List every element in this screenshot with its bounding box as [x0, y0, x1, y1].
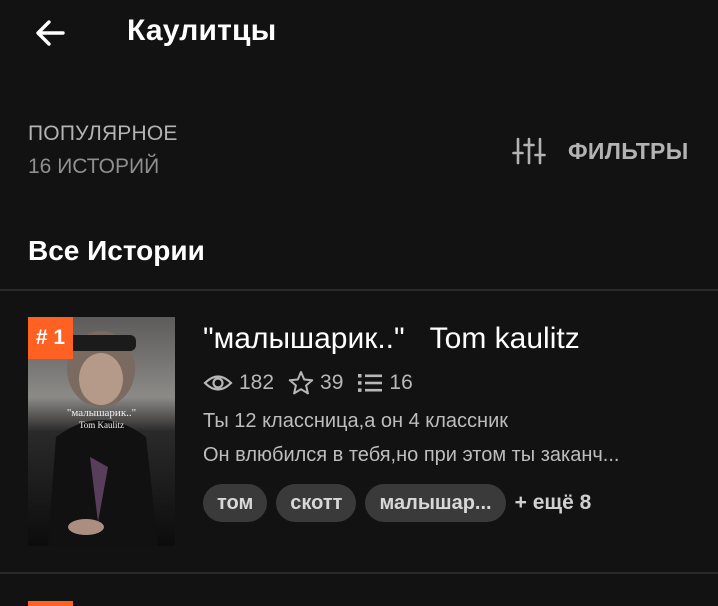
filters-button[interactable]: ФИЛЬТРЫ	[512, 134, 689, 168]
story-cover[interactable]: # 1 "малышарик.." Tom Kaulitz	[28, 317, 175, 546]
views-count: 182	[239, 371, 275, 394]
eye-icon	[203, 375, 233, 391]
tag-chip[interactable]: малышар...	[365, 484, 506, 522]
divider	[0, 572, 718, 574]
page-title: Каулитцы	[127, 14, 277, 47]
story-count: 16 ИСТОРИЙ	[28, 155, 160, 178]
rank-badge: # 1	[28, 317, 73, 359]
back-arrow-icon[interactable]	[33, 16, 67, 50]
filters-label: ФИЛЬТРЫ	[568, 137, 689, 164]
tag-list: том скотт малышар... + ещё 8	[203, 484, 591, 522]
story-description-line2: Он влюбился в тебя,но при этом ты заканч…	[203, 444, 620, 466]
parts-stat: 16	[357, 371, 413, 395]
story-title[interactable]: "малышарик.." Tom kaulitz	[203, 322, 580, 356]
tag-chip[interactable]: скотт	[276, 484, 357, 522]
filter-sliders-icon	[512, 137, 546, 165]
next-story-cover[interactable]	[28, 601, 73, 606]
story-stats: 182 39 16	[203, 370, 427, 396]
story-card[interactable]: # 1 "малышарик.." Tom Kaulitz "малышарик…	[0, 290, 718, 572]
cover-title: "малышарик.."	[66, 407, 137, 419]
parts-count: 16	[389, 371, 413, 394]
all-stories-heading: Все Истории	[28, 235, 205, 266]
top-bar: Каулитцы	[0, 0, 718, 68]
sort-label[interactable]: ПОПУЛЯРНОЕ	[28, 122, 178, 146]
more-tags-link[interactable]: + ещё 8	[515, 491, 592, 515]
views-stat: 182	[203, 371, 274, 395]
cover-author: Tom Kaulitz	[78, 420, 125, 430]
story-description-line1: Ты 12 классница,а он 4 классник	[203, 410, 509, 432]
tag-chip[interactable]: том	[203, 484, 268, 522]
list-icon	[358, 374, 383, 392]
star-icon	[288, 371, 314, 395]
votes-stat: 39	[288, 370, 343, 396]
votes-count: 39	[320, 371, 344, 394]
list-header: ПОПУЛЯРНОЕ 16 ИСТОРИЙ ФИЛЬТРЫ	[0, 110, 718, 190]
